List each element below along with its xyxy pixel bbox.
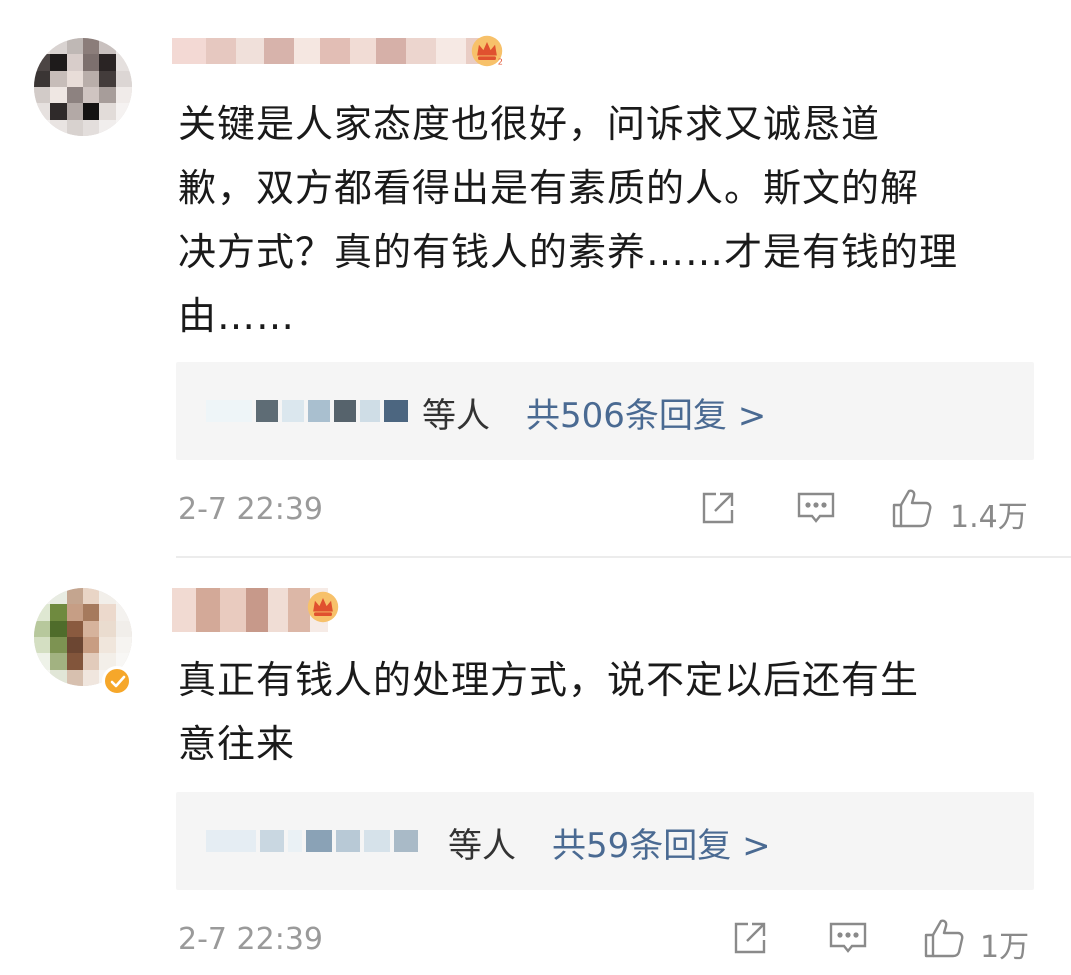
- reply-preview[interactable]: 等人 共506条回复 >: [176, 362, 1034, 460]
- reply-preview[interactable]: 等人 共59条回复 >: [176, 792, 1034, 890]
- crown-badge-icon: [307, 591, 339, 623]
- like-count: 1万: [980, 930, 1030, 965]
- comment-line: 关键是人家态度也很好，问诉求又诚恳道: [178, 102, 881, 146]
- comment-actions: 2-7 22:39 1.4万: [178, 486, 1038, 536]
- comment-icon[interactable]: [794, 486, 838, 530]
- like-icon[interactable]: [890, 486, 934, 530]
- comment-item: 真正有钱人的处理方式，说不定以后还有生 意往来 等人 共59条回复 > 2-7 …: [0, 558, 1071, 975]
- share-icon[interactable]: [728, 916, 772, 960]
- comment-line: 真正有钱人的处理方式，说不定以后还有生: [178, 658, 920, 702]
- reply-suffix: 等人: [422, 396, 490, 436]
- username[interactable]: [172, 38, 488, 64]
- replier-names-blurred: [206, 390, 412, 432]
- comment-line: 决方式？真的有钱人的素养……才是有钱的理: [178, 230, 959, 274]
- comment-line: 意往来: [178, 722, 296, 766]
- reply-count-link[interactable]: 共59条回复 >: [552, 818, 771, 867]
- reply-suffix: 等人: [448, 826, 516, 866]
- timestamp: 2-7 22:39: [178, 492, 323, 527]
- comment-item: 2 关键是人家态度也很好，问诉求又诚恳道 歉，双方都看得出是有素质的人。斯文的解…: [0, 0, 1071, 558]
- share-icon[interactable]: [696, 486, 740, 530]
- verified-badge-icon: [102, 666, 132, 696]
- username[interactable]: [172, 588, 328, 632]
- comment-text: 关键是人家态度也很好，问诉求又诚恳道 歉，双方都看得出是有素质的人。斯文的解 决…: [178, 92, 1038, 348]
- comment-line: 由……: [178, 294, 296, 338]
- like-icon[interactable]: [922, 916, 966, 960]
- avatar[interactable]: [34, 38, 132, 136]
- svg-text:2: 2: [498, 57, 503, 66]
- reply-count-link[interactable]: 共506条回复 >: [526, 388, 766, 437]
- like-count: 1.4万: [950, 500, 1028, 535]
- comment-icon[interactable]: [826, 916, 870, 960]
- replier-names-blurred: [206, 820, 422, 862]
- timestamp: 2-7 22:39: [178, 922, 323, 957]
- comment-text: 真正有钱人的处理方式，说不定以后还有生 意往来: [178, 648, 1038, 776]
- comment-actions: 2-7 22:39 1万: [178, 916, 1038, 966]
- comment-line: 歉，双方都看得出是有素质的人。斯文的解: [178, 166, 920, 210]
- crown-badge-icon: 2: [471, 35, 503, 66]
